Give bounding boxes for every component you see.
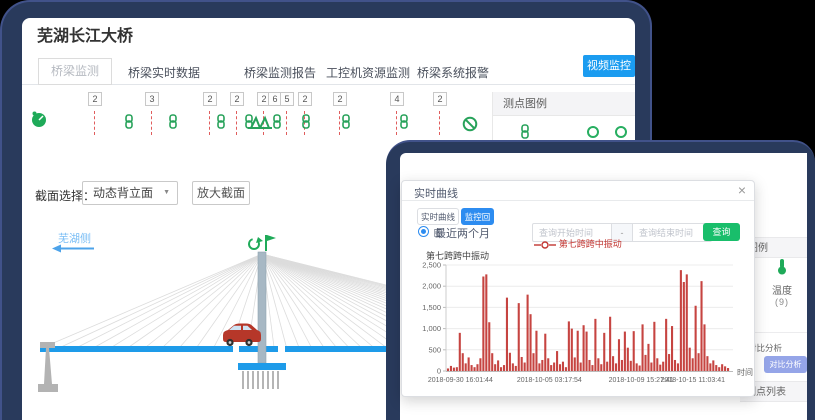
recent-two-months-radio[interactable] [418,226,429,237]
tab-bridge-monitor[interactable]: 桥梁监测 [38,58,112,85]
svg-text:0: 0 [437,367,441,376]
sensor-count-badge: 2 [298,92,312,106]
main-tabbar: 桥梁监测 桥梁实时数据 桥梁监测报告 工控机资源监测 桥梁系统报警 [22,52,635,85]
legend-marker-icon [534,241,556,249]
sensor-dash [236,111,237,135]
dialog-title: 实时曲线 [414,185,458,201]
page-title: 芜湖长江大桥 [37,22,133,46]
sensor-dash [94,111,95,135]
chain-link-icon [519,124,531,139]
chain-link-icon [300,114,312,129]
chain-link-icon [398,114,410,129]
sensor-dash [151,111,152,135]
tab-bridge-report[interactable]: 桥梁监测报告 [244,64,316,81]
chevron-down-icon: ▼ [163,182,170,204]
sensor-dash [439,111,440,135]
legend-panel-title: 测点图例 [493,92,635,116]
svg-text:2,500: 2,500 [422,261,441,270]
sidebar-temperature-item[interactable]: 温度 (9) [757,258,807,307]
svg-text:1,000: 1,000 [422,324,441,333]
tab-bridge-realtime-data[interactable]: 桥梁实时数据 [128,64,200,81]
chain-link-icon [340,114,352,129]
dialog-tab-realtime-curve[interactable]: 实时曲线图 [417,208,459,225]
chain-link-icon [123,114,135,129]
sensor-count-badge: 2 [230,92,244,106]
bridge-tower [258,252,266,363]
close-icon[interactable]: × [738,182,746,198]
svg-text:2018-10-05 03:17:54: 2018-10-05 03:17:54 [517,377,582,384]
measure-point-legend-panel: 测点图例 [492,92,635,142]
enlarge-section-button[interactable]: 放大截面 [192,181,250,205]
chain-link-icon [215,114,227,129]
sensor-dash [286,111,287,135]
dialog-tab-monitor-playback[interactable]: 监控回放 [461,208,494,225]
chain-link-icon [167,114,179,129]
sensor-count-badge: 2 [433,92,447,106]
temperature-count: (9) [757,297,807,307]
refresh-icon [249,237,263,249]
sensor-count-badge: 4 [390,92,404,106]
divider [755,332,807,333]
sensor-count-badge: 2 [203,92,217,106]
car [223,324,261,347]
bridge-sensor-icon [246,114,274,132]
compare-analysis-button[interactable]: 对比分析 [764,356,807,373]
gauge-icon [30,110,48,128]
pier-piles [243,371,278,389]
video-monitor-button[interactable]: 视频监控 [583,55,635,77]
sensor-count-badge: 5 [280,92,294,106]
section-select-value: 动态背立面 [93,186,153,200]
chain-link-icon [271,114,283,129]
sensor-dash [209,111,210,135]
vibration-chart: 0 500 1,000 1,500 2,000 2,500 2018-09-30 16:01… [402,259,756,397]
dialog-titlebar: 实时曲线 × [402,181,754,201]
pier-cap [238,363,286,370]
sensor-count-badge: 2 [333,92,347,106]
svg-text:时间: 时间 [737,367,753,377]
svg-text:500: 500 [428,345,441,354]
ring-icon [615,126,627,138]
tab-bridge-alarm[interactable]: 桥梁系统报警 [417,64,489,81]
tab-ipc-resource-monitor[interactable]: 工控机资源监测 [326,64,410,81]
flag-icon [266,235,276,251]
sensor-dash [396,111,397,135]
svg-text:2,000: 2,000 [422,282,441,291]
sensor-count-badge: 2 [88,92,102,106]
screen: 芜湖长江大桥 桥梁监测 桥梁实时数据 桥梁监测报告 工控机资源监测 桥梁系统报警… [0,0,815,420]
sensor-count-badge: 3 [145,92,159,106]
svg-text:2018-10-15 11:03:41: 2018-10-15 11:03:41 [661,377,726,384]
realtime-curve-dialog: 实时曲线 × 实时曲线图 监控回放 最近两个月 - 查询 第七跨跨中振动 第七跨… [401,180,755,397]
section-select-dropdown[interactable]: 动态背立面 ▼ [82,181,178,205]
svg-text:1,500: 1,500 [422,303,441,312]
svg-text:2018-09-30 16:01:44: 2018-09-30 16:01:44 [428,377,493,384]
no-entry-icon [462,116,478,132]
temperature-label: 温度 [757,282,807,297]
ring-icon [587,126,599,138]
thermometer-icon [776,258,788,275]
